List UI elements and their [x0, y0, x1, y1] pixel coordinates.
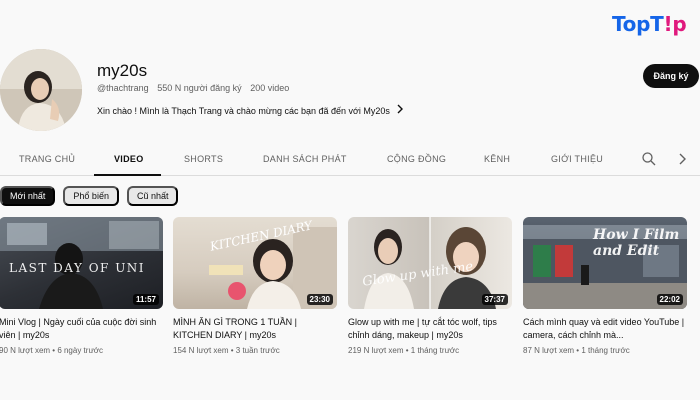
- video-count: 200 video: [250, 83, 290, 93]
- video-card[interactable]: KITCHEN DIARY 23:30 MÌNH ĂN GÌ TRONG 1 T…: [173, 217, 337, 355]
- tab-shorts[interactable]: SHORTS: [184, 154, 223, 164]
- avatar-photo: [0, 49, 82, 131]
- topttip-logo: TopT!p: [612, 12, 687, 36]
- view-count: 87 N lượt xem: [523, 346, 575, 355]
- video-thumbnail[interactable]: Glow up with me 37:37: [348, 217, 512, 309]
- channel-avatar[interactable]: [0, 49, 82, 131]
- channel-meta: @thachtrang 550 N người đăng ký 200 vide…: [97, 83, 295, 93]
- video-card[interactable]: How I Film and Edit 22:02 Cách mình quay…: [523, 217, 687, 355]
- channel-tabs: TRANG CHỦ VIDEO SHORTS DANH SÁCH PHÁT CỘ…: [0, 143, 700, 176]
- logo-text-part1: TopT: [612, 12, 664, 36]
- video-title[interactable]: MÌNH ĂN GÌ TRONG 1 TUẦN | KITCHEN DIARY …: [173, 316, 337, 342]
- chip-oldest[interactable]: Cũ nhất: [126, 186, 179, 206]
- view-count: 219 N lượt xem: [348, 346, 404, 355]
- subscribe-button[interactable]: Đăng ký: [643, 64, 699, 88]
- sort-chips: Mới nhất Phổ biến Cũ nhất: [0, 186, 179, 206]
- video-duration: 11:57: [132, 294, 159, 305]
- video-thumbnail[interactable]: LAST DAY OF UNI 11:57: [0, 217, 163, 309]
- tab-home[interactable]: TRANG CHỦ: [19, 154, 75, 164]
- video-meta: 219 N lượt xem • 1 tháng trước: [348, 346, 460, 355]
- upload-age: 3 tuần trước: [235, 346, 280, 355]
- upload-age: 6 ngày trước: [57, 346, 104, 355]
- tab-about[interactable]: GIỚI THIỆU: [551, 154, 603, 164]
- video-title[interactable]: Cách mình quay và edit video YouTube | c…: [523, 316, 687, 342]
- active-tab-indicator: [94, 174, 161, 176]
- tab-videos[interactable]: VIDEO: [114, 154, 144, 164]
- thumbnail-caption: How I Film and Edit: [593, 227, 680, 259]
- thumbnail-caption: LAST DAY OF UNI: [9, 261, 146, 275]
- video-duration: 23:30: [306, 294, 333, 305]
- chip-popular[interactable]: Phổ biến: [63, 186, 119, 206]
- subscriber-count: 550 N người đăng ký: [157, 83, 242, 93]
- tab-channels[interactable]: KÊNH: [484, 154, 510, 164]
- video-card[interactable]: Glow up with me 37:37 Glow up with me | …: [348, 217, 512, 355]
- video-duration: 22:02: [656, 294, 683, 305]
- tab-playlists[interactable]: DANH SÁCH PHÁT: [263, 154, 347, 164]
- video-card[interactable]: LAST DAY OF UNI 11:57 Mini Vlog | Ngày c…: [0, 217, 163, 355]
- chip-newest[interactable]: Mới nhất: [0, 186, 56, 206]
- channel-handle: @thachtrang: [97, 83, 149, 93]
- search-icon[interactable]: [641, 151, 657, 167]
- video-thumbnail[interactable]: KITCHEN DIARY 23:30: [173, 217, 337, 309]
- chevron-right-icon[interactable]: [396, 104, 404, 117]
- video-thumbnail[interactable]: How I Film and Edit 22:02: [523, 217, 687, 309]
- channel-description[interactable]: Xin chào ! Mình là Thạch Trang và chào m…: [97, 104, 404, 117]
- channel-name: my20s: [97, 61, 148, 80]
- upload-age: 1 tháng trước: [410, 346, 460, 355]
- upload-age: 1 tháng trước: [581, 346, 630, 355]
- logo-text-part2: !p: [663, 12, 687, 36]
- view-count: 154 N lượt xem: [173, 346, 229, 355]
- tab-community[interactable]: CỘNG ĐỒNG: [387, 154, 446, 164]
- video-meta: 154 N lượt xem • 3 tuần trước: [173, 346, 280, 355]
- video-title[interactable]: Glow up with me | tự cắt tóc wolf, tips …: [348, 316, 512, 342]
- video-duration: 37:37: [481, 294, 508, 305]
- video-meta: 87 N lượt xem • 1 tháng trước: [523, 346, 630, 355]
- view-count: 90 N lượt xem: [0, 346, 51, 355]
- video-title[interactable]: Mini Vlog | Ngày cuối của cuộc đời sinh …: [0, 316, 163, 342]
- video-meta: 90 N lượt xem • 6 ngày trước: [0, 346, 104, 355]
- description-text: Xin chào ! Mình là Thạch Trang và chào m…: [97, 105, 390, 116]
- chevron-right-icon[interactable]: [674, 151, 690, 167]
